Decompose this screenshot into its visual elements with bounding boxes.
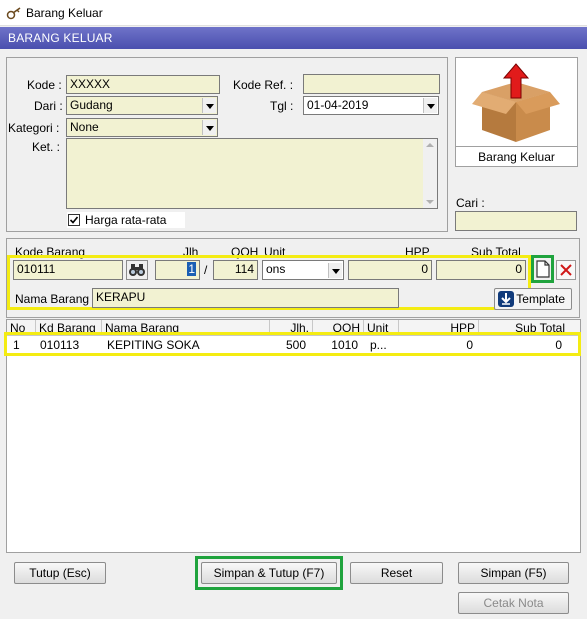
hpp-input[interactable]: 0 <box>348 260 432 280</box>
cetak-nota-button[interactable]: Cetak Nota <box>458 592 569 614</box>
reset-button[interactable]: Reset <box>350 562 443 584</box>
jlh-input[interactable]: 1 <box>155 260 200 280</box>
nama-barang-input[interactable]: KERAPU <box>92 288 399 308</box>
window-titlebar: Barang Keluar <box>0 0 587 26</box>
binoculars-icon <box>129 264 145 276</box>
ket-scrollbar[interactable] <box>423 139 437 208</box>
barang-keluar-image-box: Barang Keluar <box>455 57 578 167</box>
harga-rata-label: Harga rata-rata <box>85 213 167 227</box>
form-header: BARANG KELUAR <box>0 27 587 49</box>
check-icon <box>69 216 79 224</box>
kategori-select[interactable]: None <box>66 118 218 137</box>
lookup-button[interactable] <box>126 260 148 280</box>
tgl-value: 01-04-2019 <box>307 98 369 112</box>
kode-label: Kode : <box>27 78 62 92</box>
chevron-down-icon[interactable] <box>202 98 216 113</box>
simpan-tutup-button[interactable]: Simpan & Tutup (F7) <box>201 562 337 584</box>
jlh-value: 1 <box>187 262 196 276</box>
nama-barang-label: Nama Barang <box>15 292 90 306</box>
tutup-button[interactable]: Tutup (Esc) <box>14 562 106 584</box>
harga-rata-checkbox-row[interactable]: Harga rata-rata <box>67 212 185 228</box>
template-button[interactable]: Template <box>494 288 572 310</box>
cari-input[interactable] <box>455 211 577 231</box>
window-title: Barang Keluar <box>26 6 103 20</box>
ket-label: Ket. : <box>32 140 61 154</box>
form-header-title: BARANG KELUAR <box>8 31 113 45</box>
ket-textarea[interactable] <box>66 138 438 209</box>
new-document-icon <box>536 260 550 278</box>
kategori-select-value: None <box>70 120 99 134</box>
row-highlight <box>4 332 581 356</box>
dari-label: Dari : <box>34 99 63 113</box>
app-icon <box>6 7 21 20</box>
subtotal-input[interactable]: 0 <box>436 260 526 280</box>
delete-item-button[interactable] <box>556 260 576 280</box>
new-item-button[interactable] <box>535 259 551 279</box>
chevron-down-icon[interactable] <box>202 120 216 135</box>
close-icon <box>560 264 572 276</box>
template-button-label: Template <box>516 292 565 306</box>
tgl-date-picker[interactable]: 01-04-2019 <box>303 96 439 115</box>
qoh-input[interactable]: 114 <box>213 260 258 280</box>
box-out-icon <box>472 63 560 142</box>
barang-keluar-image-label: Barang Keluar <box>456 146 577 166</box>
kode-ref-input[interactable] <box>303 74 440 94</box>
arrow-down-icon <box>498 291 514 307</box>
unit-select-value: ons <box>266 262 286 276</box>
dari-select-value: Gudang <box>70 98 113 112</box>
kode-barang-input[interactable]: 010111 <box>13 260 123 280</box>
harga-rata-checkbox[interactable] <box>68 214 80 226</box>
kode-input[interactable]: XXXXX <box>66 75 220 94</box>
kode-ref-label: Kode Ref. : <box>233 78 294 92</box>
kategori-label: Kategori : <box>8 121 60 135</box>
chevron-down-icon[interactable] <box>423 98 437 113</box>
dari-select[interactable]: Gudang <box>66 96 218 115</box>
chevron-down-icon[interactable] <box>328 263 342 278</box>
tgl-label: Tgl : <box>270 99 294 113</box>
cari-label: Cari : <box>456 196 485 210</box>
unit-select[interactable]: ons <box>262 260 344 280</box>
simpan-button[interactable]: Simpan (F5) <box>458 562 569 584</box>
jlh-qoh-separator: / <box>204 263 208 277</box>
